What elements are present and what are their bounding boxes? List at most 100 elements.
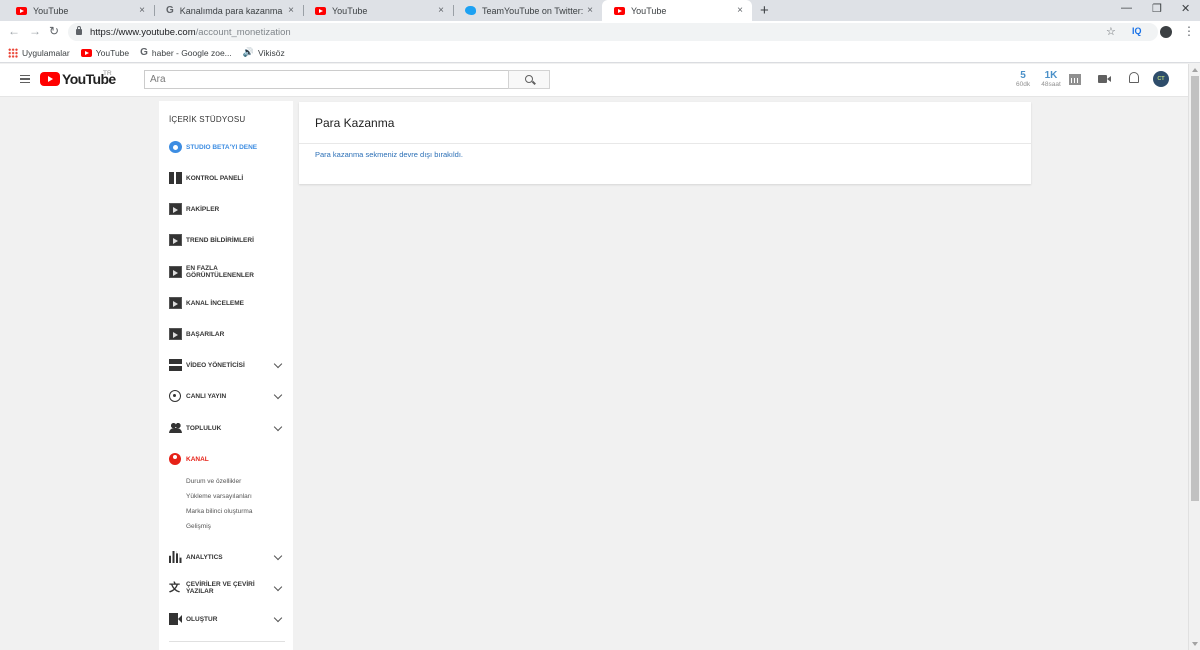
- browser-tab[interactable]: YouTube ×: [303, 0, 453, 21]
- bookmark-youtube[interactable]: YouTube: [80, 47, 130, 58]
- tab-title: YouTube: [332, 5, 368, 16]
- browser-tab[interactable]: G Kanalımda para kazanma özelliğ ×: [154, 0, 303, 21]
- search-icon: [525, 75, 533, 83]
- page-title: Para Kazanma: [315, 116, 395, 130]
- youtube-icon: [80, 48, 92, 57]
- profile-avatar[interactable]: [1160, 26, 1172, 38]
- monetization-card: Para Kazanma Para kazanma sekmeniz devre…: [299, 102, 1031, 184]
- studio-sidebar: İÇERİK STÜDYOSU STUDIO BETA'YI DENE KONT…: [159, 101, 293, 650]
- play-icon: [169, 297, 182, 309]
- card-divider: [299, 143, 1031, 144]
- community-icon: [169, 422, 182, 434]
- bookmarks-bar: Uygulamalar YouTube G haber - Google zoe…: [0, 43, 1200, 63]
- close-icon[interactable]: ×: [435, 5, 447, 16]
- sidebar-item-label: OLUŞTUR: [186, 615, 218, 623]
- realtime-stat-60min[interactable]: 5 60dk: [1016, 70, 1031, 89]
- window-close-icon[interactable]: ✕: [1181, 2, 1190, 15]
- notifications-bell-icon[interactable]: [1129, 72, 1139, 83]
- scroll-down-icon[interactable]: [1192, 642, 1198, 646]
- sidebar-item-label: KONTROL PANELİ: [186, 174, 244, 182]
- stat-value: 1K: [1044, 70, 1058, 81]
- upload-video-icon[interactable]: [1098, 75, 1111, 83]
- search-input[interactable]: Ara: [144, 70, 509, 89]
- scroll-thumb[interactable]: [1191, 76, 1199, 501]
- sidebar-item-label: TREND BİLDİRİMLERİ: [186, 236, 254, 244]
- search-button[interactable]: [508, 70, 550, 89]
- hamburger-menu-icon[interactable]: [20, 75, 30, 83]
- url-path: /account_monetization: [195, 26, 291, 38]
- bookmark-apps[interactable]: Uygulamalar: [8, 47, 70, 58]
- bookmark-label: Vikisöz: [257, 47, 285, 58]
- youtube-icon: [315, 6, 326, 15]
- browser-tab-active[interactable]: YouTube ×: [602, 0, 752, 21]
- bookmark-haber[interactable]: G haber - Google zoe...: [140, 47, 232, 58]
- minimize-icon[interactable]: —: [1121, 2, 1132, 14]
- close-icon[interactable]: ×: [734, 5, 746, 16]
- tab-title: YouTube: [631, 5, 667, 16]
- channel-icon: [169, 453, 181, 465]
- bookmark-vikisoz[interactable]: 🔊 Vikisöz: [243, 47, 285, 58]
- bookmark-label: haber - Google zoe...: [151, 47, 232, 58]
- bookmark-label: YouTube: [95, 47, 130, 58]
- back-arrow-icon[interactable]: ←: [8, 24, 20, 38]
- restore-icon[interactable]: ❐: [1152, 2, 1162, 15]
- play-icon: [169, 203, 182, 215]
- play-icon: [169, 234, 182, 246]
- page-scrollbar[interactable]: [1188, 64, 1200, 650]
- lock-icon: [76, 26, 82, 35]
- bar-chart-icon: [169, 551, 182, 563]
- reload-icon[interactable]: ↻: [49, 24, 59, 38]
- youtube-icon: [614, 6, 625, 15]
- browser-menu-icon[interactable]: ⋮: [1183, 24, 1195, 38]
- sidebar-subitem-advanced[interactable]: Gelişmiş: [186, 523, 211, 530]
- avatar[interactable]: CT: [1153, 71, 1169, 87]
- bookmark-star-icon[interactable]: ☆: [1106, 25, 1116, 38]
- forward-arrow-icon[interactable]: →: [29, 24, 41, 38]
- close-icon[interactable]: ×: [136, 5, 148, 16]
- live-broadcast-icon: [169, 390, 181, 402]
- create-video-icon: [169, 613, 182, 625]
- region-code: TR: [103, 70, 112, 77]
- sidebar-item-label: KANAL: [186, 455, 209, 463]
- realtime-stat-48h[interactable]: 1K 48saat: [1039, 70, 1063, 89]
- play-icon: [169, 266, 182, 278]
- video-manager-icon: [169, 359, 182, 371]
- google-icon: G: [140, 47, 148, 58]
- sidebar-subitem-status[interactable]: Durum ve özellikler: [186, 478, 241, 485]
- sidebar-item-label: CANLI YAYIN: [186, 392, 227, 400]
- sidebar-subitem-upload-defaults[interactable]: Yükleme varsayılanları: [186, 493, 252, 500]
- youtube-icon: [16, 6, 27, 15]
- stat-period: 48saat: [1041, 81, 1061, 88]
- bookmark-label: Uygulamalar: [22, 47, 70, 58]
- sidebar-item-label: ANALYTICS: [186, 553, 223, 561]
- scroll-up-icon[interactable]: [1192, 68, 1198, 72]
- close-icon[interactable]: ×: [285, 5, 297, 16]
- browser-tab[interactable]: YouTube ×: [4, 0, 154, 21]
- tab-title: Kanalımda para kazanma özelliğ: [179, 5, 285, 16]
- sidebar-item-label: TOPLULUK: [186, 424, 222, 432]
- url-field[interactable]: https://www.youtube.com/account_monetiza…: [68, 23, 1158, 41]
- stat-value: 5: [1020, 70, 1026, 81]
- tab-title: YouTube: [33, 5, 69, 16]
- gear-icon: [169, 141, 182, 153]
- dashboard-icon: [169, 172, 182, 184]
- close-icon[interactable]: ×: [584, 5, 596, 16]
- browser-tab[interactable]: TeamYouTube on Twitter: "Hi the ×: [453, 0, 602, 21]
- analytics-icon[interactable]: [1069, 74, 1081, 85]
- play-icon: [169, 328, 182, 340]
- monetization-disabled-message: Para kazanma sekmeniz devre dışı bırakıl…: [315, 150, 463, 159]
- sidebar-item-label: EN FAZLA GÖRÜNTÜLENENLER: [186, 265, 254, 279]
- stat-period: 60dk: [1016, 81, 1031, 88]
- sidebar-item-label: BAŞARILAR: [186, 330, 225, 338]
- youtube-logo-icon: [40, 72, 60, 86]
- apps-icon: [8, 47, 18, 58]
- new-tab-button[interactable]: +: [760, 2, 769, 19]
- sidebar-item-label: VİDEO YÖNETİCİSİ: [186, 361, 245, 369]
- sidebar-divider: [169, 641, 285, 642]
- youtube-masthead: YouTube TR Ara 5 60dk 1K 48saat CT: [0, 64, 1190, 97]
- sidebar-subitem-branding[interactable]: Marka bilinci oluşturma: [186, 508, 252, 515]
- extension-iq-icon[interactable]: IQ: [1132, 26, 1142, 36]
- twitter-icon: [465, 6, 476, 15]
- sidebar-title: İÇERİK STÜDYOSU: [169, 115, 246, 124]
- address-bar-row: ← → ↻ https://www.youtube.com/account_mo…: [0, 21, 1200, 43]
